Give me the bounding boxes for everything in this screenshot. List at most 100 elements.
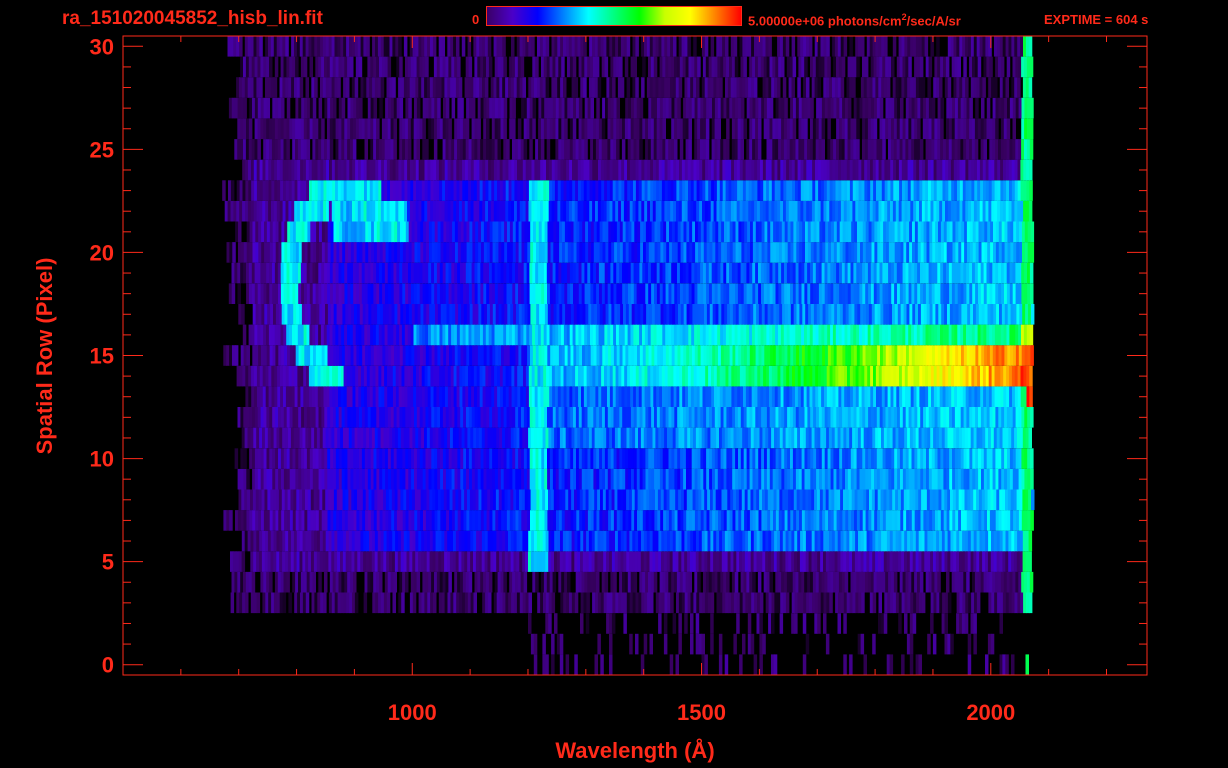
heatmap-cell bbox=[533, 633, 538, 655]
heatmap-cell bbox=[872, 592, 877, 614]
heatmap-cell bbox=[488, 592, 492, 614]
heatmap-cell bbox=[230, 592, 235, 614]
heatmap-cell bbox=[663, 633, 668, 655]
heatmap-cell bbox=[503, 571, 507, 593]
heatmap-cell bbox=[688, 571, 692, 593]
heatmap-cell bbox=[1029, 365, 1033, 387]
heatmap-cell bbox=[704, 654, 708, 675]
heatmap-cell bbox=[919, 571, 924, 593]
heatmap-cell bbox=[872, 633, 876, 655]
heatmap-cell bbox=[817, 613, 821, 634]
heatmap-cell bbox=[353, 571, 357, 593]
heatmap-cell bbox=[535, 571, 539, 593]
heatmap-cell bbox=[672, 613, 677, 634]
heatmap-cell bbox=[433, 592, 437, 614]
heatmap-cell bbox=[565, 654, 570, 675]
heatmap-cell bbox=[416, 571, 421, 593]
heatmap-cell bbox=[559, 654, 564, 675]
heatmap-cell bbox=[670, 592, 674, 614]
heatmap-cell bbox=[229, 510, 233, 531]
heatmap-cell bbox=[1029, 324, 1034, 346]
heatmap-cell bbox=[718, 654, 723, 675]
heatmap-cell bbox=[305, 592, 310, 614]
heatmap-cell bbox=[649, 633, 653, 655]
heatmap-cell bbox=[757, 571, 762, 593]
heatmap-cell bbox=[393, 571, 397, 593]
heatmap-cell bbox=[724, 654, 729, 675]
heatmap-cell bbox=[1030, 345, 1034, 366]
heatmap-cell bbox=[663, 613, 668, 634]
heatmap-cell bbox=[246, 468, 250, 490]
heatmap-cell bbox=[363, 592, 368, 614]
heatmap-cell bbox=[613, 571, 617, 593]
heatmap-cell bbox=[675, 654, 679, 675]
heatmap-cell bbox=[747, 613, 752, 634]
heatmap-cell bbox=[802, 613, 807, 634]
heatmap-cell bbox=[312, 571, 316, 593]
heatmap-cell bbox=[909, 633, 914, 655]
heatmap-cell bbox=[241, 551, 246, 572]
heatmap-cell bbox=[684, 613, 688, 634]
heatmap-cell bbox=[1030, 448, 1034, 469]
heatmap-cell bbox=[650, 592, 654, 614]
heatmap-cell bbox=[354, 592, 359, 614]
heatmap-cell bbox=[246, 345, 250, 366]
heatmap-cell bbox=[918, 654, 922, 675]
heatmap-cell bbox=[967, 654, 972, 675]
heatmap-cell bbox=[1030, 304, 1035, 325]
heatmap-cell bbox=[405, 571, 409, 593]
heatmap-cell bbox=[966, 571, 970, 593]
heatmap-cell bbox=[473, 592, 477, 614]
heatmap-cell bbox=[288, 592, 292, 614]
heatmap-cell bbox=[690, 633, 694, 655]
heatmap-cell bbox=[973, 633, 977, 655]
heatmap-cell bbox=[710, 592, 715, 614]
heatmap-cell bbox=[282, 592, 287, 614]
heatmap-cell bbox=[976, 592, 981, 614]
heatmap-cell bbox=[967, 633, 972, 655]
heatmap-cell bbox=[844, 571, 849, 593]
heatmap-cell bbox=[468, 571, 473, 593]
heatmap-cell bbox=[736, 613, 740, 634]
heatmap-cell bbox=[633, 571, 638, 593]
heatmap-cell bbox=[1028, 551, 1032, 572]
heatmap-cell bbox=[678, 633, 682, 655]
heatmap-cell bbox=[878, 592, 882, 614]
heatmap-cell bbox=[927, 633, 931, 655]
heatmap-cell bbox=[964, 613, 969, 634]
heatmap-cell bbox=[762, 633, 766, 655]
heatmap-cell bbox=[533, 654, 538, 675]
heatmap-cell bbox=[785, 592, 790, 614]
heatmap-cell bbox=[1030, 510, 1034, 531]
heatmap-cell bbox=[739, 654, 743, 675]
heatmap-cell bbox=[232, 242, 236, 263]
heatmap-cell bbox=[548, 613, 552, 634]
heatmap-cell bbox=[286, 571, 290, 593]
heatmap-cell bbox=[251, 571, 256, 593]
heatmap-cell bbox=[901, 654, 905, 675]
heatmap-cell bbox=[695, 613, 700, 634]
heatmap-cell bbox=[551, 633, 555, 655]
heatmap-cell bbox=[635, 633, 639, 655]
heatmap-cell bbox=[551, 654, 555, 675]
heatmap-cell bbox=[759, 613, 763, 634]
heatmap-cell bbox=[990, 633, 995, 655]
heatmap-cell bbox=[234, 345, 239, 366]
heatmap-cell bbox=[401, 592, 405, 614]
heatmap-cell bbox=[950, 633, 954, 655]
spectrum-plot: 1000 1500 2000051015202530 Wavelength (Å) … bbox=[32, 34, 1148, 763]
heatmap-cell bbox=[718, 633, 723, 655]
heatmap-cell bbox=[597, 633, 601, 655]
heatmap-cell bbox=[585, 613, 590, 634]
heatmap-cell bbox=[802, 654, 807, 675]
heatmap-cell bbox=[596, 571, 600, 593]
heatmap-cell bbox=[825, 633, 830, 655]
heatmap-cell bbox=[759, 654, 763, 675]
heatmap-cell bbox=[759, 592, 764, 614]
heatmap-cell bbox=[863, 654, 867, 675]
heatmap-cell bbox=[1025, 654, 1029, 675]
heatmap-cell bbox=[586, 592, 590, 614]
heatmap-cell bbox=[1028, 592, 1033, 614]
heatmap-cell bbox=[860, 633, 865, 655]
heatmap-cell bbox=[243, 448, 247, 469]
